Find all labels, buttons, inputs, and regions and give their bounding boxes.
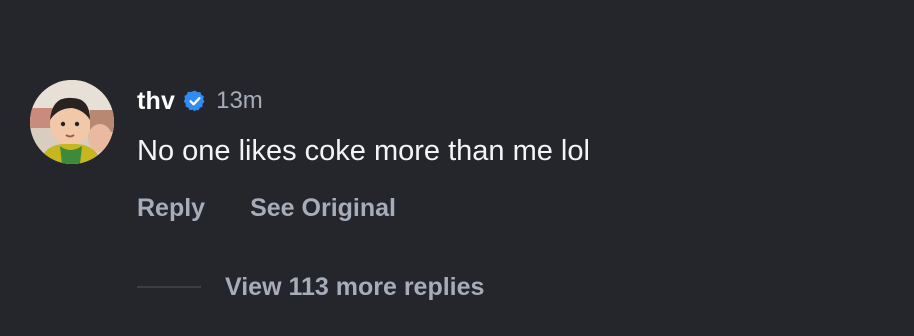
see-original-button[interactable]: See Original bbox=[250, 194, 396, 223]
comment-actions: Reply See Original bbox=[137, 190, 396, 226]
replies-row: View 113 more replies bbox=[137, 268, 484, 306]
reply-button[interactable]: Reply bbox=[137, 194, 205, 223]
comment-header: thv 13m bbox=[137, 84, 263, 118]
comment-item: thv 13m No one likes coke more than me l… bbox=[0, 0, 914, 336]
replies-divider bbox=[137, 286, 201, 288]
avatar-photo bbox=[30, 80, 114, 164]
comment-text: No one likes coke more than me lol bbox=[137, 135, 590, 167]
verified-badge-icon bbox=[183, 89, 207, 113]
timestamp: 13m bbox=[216, 87, 263, 114]
username[interactable]: thv bbox=[137, 87, 175, 116]
avatar[interactable] bbox=[30, 80, 114, 164]
view-more-replies-button[interactable]: View 113 more replies bbox=[225, 273, 484, 302]
